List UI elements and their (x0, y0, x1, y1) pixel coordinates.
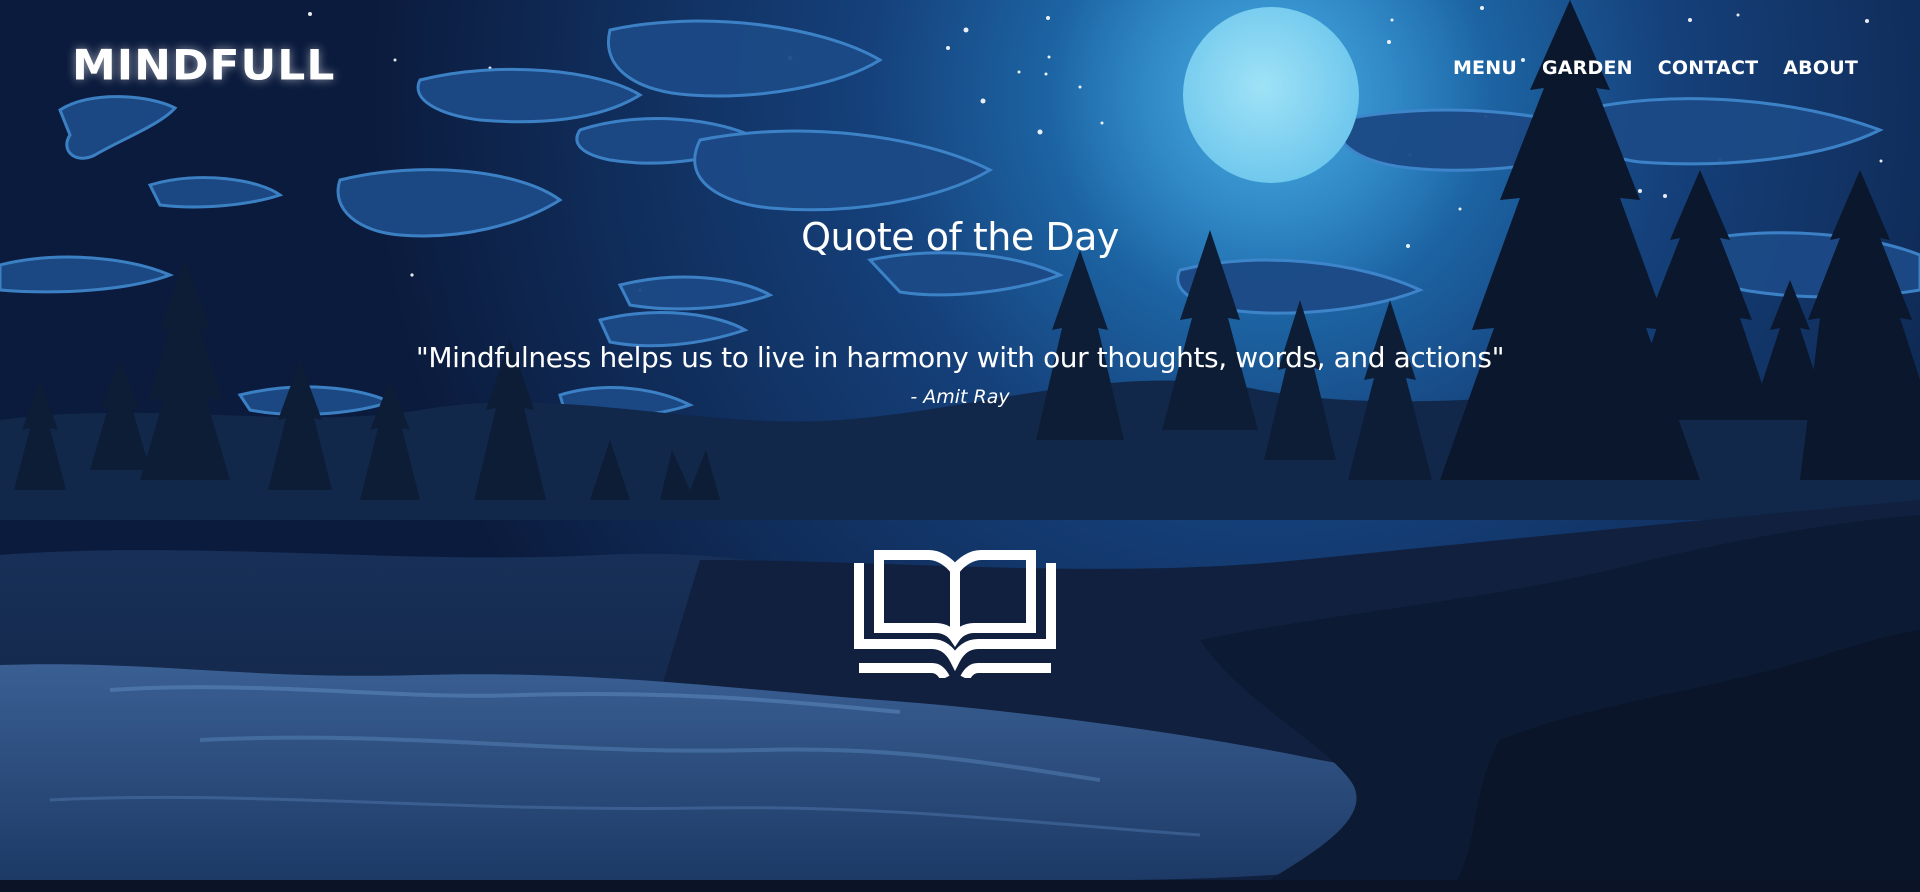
quote-section-title: Quote of the Day (801, 215, 1119, 259)
open-book-icon[interactable] (854, 548, 1056, 678)
hero-scene: MINDFULL MENU GARDEN CONTACT ABOUT Quote… (0, 0, 1920, 892)
nav-link-garden[interactable]: GARDEN (1542, 57, 1633, 79)
night-landscape-background (0, 0, 1920, 892)
nav-link-contact[interactable]: CONTACT (1658, 57, 1759, 79)
nav-link-about[interactable]: ABOUT (1783, 57, 1858, 79)
quote-author: - Amit Ray (910, 386, 1010, 408)
moon (1183, 7, 1359, 183)
quote-text: "Mindfulness helps us to live in harmony… (415, 341, 1505, 374)
site-logo[interactable]: MINDFULL (72, 45, 335, 87)
nav-item-menu: MENU (1453, 57, 1517, 79)
nav-item-contact: CONTACT (1658, 57, 1759, 79)
nav-link-menu[interactable]: MENU (1453, 57, 1517, 79)
nav-item-garden: GARDEN (1542, 57, 1633, 79)
nav-item-about: ABOUT (1783, 57, 1858, 79)
nav-list: MENU GARDEN CONTACT ABOUT (1453, 57, 1858, 79)
